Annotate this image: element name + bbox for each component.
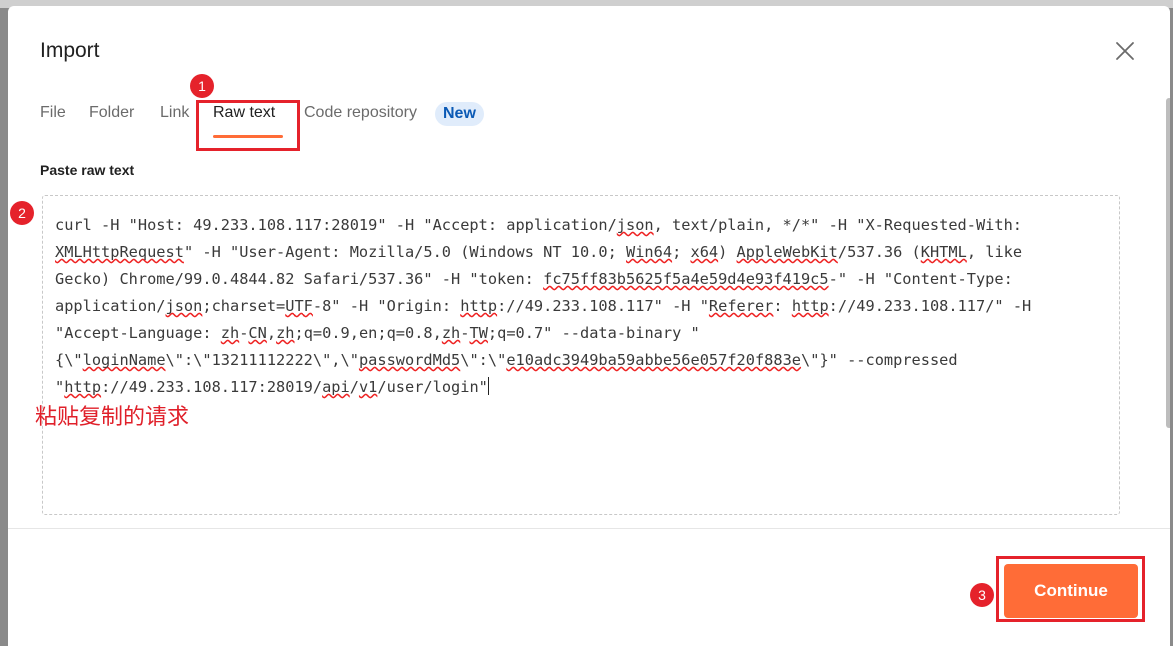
footer-divider	[8, 528, 1170, 529]
marker-1: 1	[190, 74, 214, 98]
dialog-title: Import	[40, 39, 100, 62]
marker-2: 2	[10, 201, 34, 225]
raw-text-line: "http://49.233.108.117:28019/api/v1/user…	[55, 377, 489, 396]
close-icon	[1116, 42, 1134, 60]
raw-text-line: curl -H "Host: 49.233.108.117:28019" -H …	[55, 216, 1023, 234]
tab-link[interactable]: Link	[160, 104, 189, 122]
paste-raw-text-label: Paste raw text	[40, 162, 135, 178]
raw-text-line: application/json;charset=UTF-8" -H "Orig…	[55, 297, 1032, 315]
marker-3: 3	[970, 583, 994, 607]
new-badge: New	[435, 102, 484, 126]
raw-text-line: "Accept-Language: zh-CN,zh;q=0.9,en;q=0.…	[55, 324, 700, 342]
tab-file[interactable]: File	[40, 104, 66, 122]
raw-text-line: XMLHttpRequest" -H "User-Agent: Mozilla/…	[55, 243, 1023, 261]
raw-text-line: Gecko) Chrome/99.0.4844.82 Safari/537.36…	[55, 270, 1013, 288]
raw-text-input[interactable]: curl -H "Host: 49.233.108.117:28019" -H …	[42, 195, 1120, 515]
dialog-scrollbar[interactable]	[1166, 98, 1170, 428]
annotation-paste-request-note: 粘贴复制的请求	[35, 405, 190, 430]
tab-folder[interactable]: Folder	[89, 104, 134, 122]
highlight-box-continue	[996, 556, 1145, 622]
text-caret	[487, 377, 489, 395]
tab-code-repository[interactable]: Code repository	[304, 104, 417, 122]
highlight-box-raw-text-tab	[196, 100, 300, 151]
import-dialog: Import File Folder Link Raw text Code re…	[8, 6, 1170, 646]
raw-text-content: curl -H "Host: 49.233.108.117:28019" -H …	[55, 212, 1115, 401]
close-button[interactable]	[1112, 38, 1138, 64]
raw-text-line: {\"loginName\":\"13211112222\",\"passwor…	[55, 351, 958, 369]
